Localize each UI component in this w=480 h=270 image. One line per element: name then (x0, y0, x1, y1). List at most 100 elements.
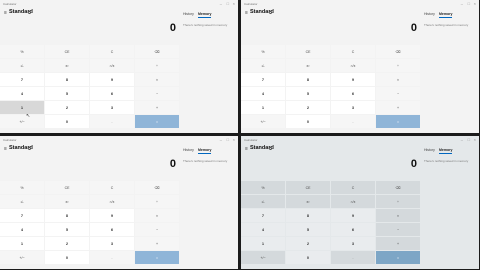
function-key[interactable]: % (0, 45, 44, 58)
close-icon[interactable]: × (233, 1, 235, 6)
digit-key[interactable]: 7 (241, 209, 285, 222)
function-key[interactable]: C (90, 181, 134, 194)
close-icon[interactable]: × (474, 137, 476, 142)
function-key[interactable]: C (90, 45, 134, 58)
function-key[interactable]: % (241, 181, 285, 194)
function-key[interactable]: . (90, 115, 134, 128)
digit-key[interactable]: 0 (45, 115, 89, 128)
digit-key[interactable]: 0 (286, 251, 330, 264)
function-key[interactable]: x² (45, 195, 89, 208)
function-key[interactable]: ÷ (376, 195, 420, 208)
function-key[interactable]: × (135, 209, 179, 222)
digit-key[interactable]: 7 (0, 73, 44, 86)
digit-key[interactable]: 6 (90, 87, 134, 100)
function-key[interactable]: + (135, 101, 179, 114)
minimize-icon[interactable]: – (461, 1, 463, 6)
function-key[interactable]: CE (45, 181, 89, 194)
tab-memory[interactable]: Memory (439, 12, 453, 18)
hamburger-icon[interactable]: ≡ (4, 10, 7, 16)
digit-key[interactable]: 7 (0, 209, 44, 222)
digit-key[interactable]: 4 (241, 87, 285, 100)
digit-key[interactable]: 3 (331, 101, 375, 114)
function-key[interactable]: ⌫ (135, 181, 179, 194)
calculator-window[interactable]: Calculator–□×≡Standard⧉0MCMRM+M-MSM▾%CEC… (0, 0, 238, 133)
function-key[interactable]: +/− (0, 115, 44, 128)
tab-history[interactable]: History (424, 148, 435, 152)
function-key[interactable]: . (331, 251, 375, 264)
function-key[interactable]: − (376, 87, 420, 100)
function-key[interactable]: × (376, 209, 420, 222)
function-key[interactable]: ²√x (331, 195, 375, 208)
digit-key[interactable]: 8 (45, 209, 89, 222)
function-key[interactable]: ¹⁄ₓ (0, 59, 44, 72)
digit-key[interactable]: 1 (0, 101, 44, 114)
digit-key[interactable]: 1 (241, 237, 285, 250)
digit-key[interactable]: 8 (45, 73, 89, 86)
digit-key[interactable]: 5 (45, 87, 89, 100)
digit-key[interactable]: 2 (45, 237, 89, 250)
minimize-icon[interactable]: – (220, 137, 222, 142)
function-key[interactable]: % (0, 181, 44, 194)
function-key[interactable]: +/− (241, 115, 285, 128)
function-key[interactable]: ÷ (376, 59, 420, 72)
function-key[interactable]: x² (286, 195, 330, 208)
function-key[interactable]: C (331, 45, 375, 58)
function-key[interactable]: . (331, 115, 375, 128)
function-key[interactable]: ¹⁄ₓ (0, 195, 44, 208)
close-icon[interactable]: × (233, 137, 235, 142)
keep-on-top-icon[interactable]: ⧉ (269, 10, 272, 15)
digit-key[interactable]: 4 (0, 87, 44, 100)
digit-key[interactable]: 1 (0, 237, 44, 250)
function-key[interactable]: ⌫ (376, 181, 420, 194)
digit-key[interactable]: 5 (286, 223, 330, 236)
calculator-window[interactable]: Calculator–□×≡Standard⧉0MCMRM+M-MSM▾%CEC… (241, 0, 479, 133)
keep-on-top-icon[interactable]: ⧉ (269, 146, 272, 151)
hamburger-icon[interactable]: ≡ (4, 146, 7, 152)
digit-key[interactable]: 8 (286, 73, 330, 86)
tab-memory[interactable]: Memory (198, 148, 212, 154)
digit-key[interactable]: 9 (331, 73, 375, 86)
hamburger-icon[interactable]: ≡ (245, 10, 248, 16)
digit-key[interactable]: 9 (331, 209, 375, 222)
hamburger-icon[interactable]: ≡ (245, 146, 248, 152)
function-key[interactable]: ⌫ (135, 45, 179, 58)
tab-history[interactable]: History (183, 12, 194, 16)
function-key[interactable]: ⌫ (376, 45, 420, 58)
minimize-icon[interactable]: – (220, 1, 222, 6)
function-key[interactable]: × (376, 73, 420, 86)
function-key[interactable]: − (376, 223, 420, 236)
calculator-window[interactable]: Calculator–□×≡Standard⧉0MCMRM+M-MSM▾%CEC… (241, 136, 479, 269)
digit-key[interactable]: 6 (331, 223, 375, 236)
tab-history[interactable]: History (183, 148, 194, 152)
function-key[interactable]: CE (45, 45, 89, 58)
close-icon[interactable]: × (474, 1, 476, 6)
function-key[interactable]: ÷ (135, 59, 179, 72)
digit-key[interactable]: 0 (286, 115, 330, 128)
keep-on-top-icon[interactable]: ⧉ (28, 146, 31, 151)
digit-key[interactable]: 4 (241, 223, 285, 236)
function-key[interactable]: ²√x (90, 195, 134, 208)
function-key[interactable]: ¹⁄ₓ (241, 59, 285, 72)
function-key[interactable]: + (135, 237, 179, 250)
function-key[interactable]: x² (45, 59, 89, 72)
minimize-icon[interactable]: – (461, 137, 463, 142)
tab-memory[interactable]: Memory (198, 12, 212, 18)
function-key[interactable]: ²√x (331, 59, 375, 72)
digit-key[interactable]: 3 (90, 101, 134, 114)
function-key[interactable]: x² (286, 59, 330, 72)
maximize-icon[interactable]: □ (227, 137, 229, 142)
calculator-window[interactable]: Calculator–□×≡Standard⧉0MCMRM+M-MSM▾%CEC… (0, 136, 238, 269)
tab-history[interactable]: History (424, 12, 435, 16)
maximize-icon[interactable]: □ (468, 137, 470, 142)
maximize-icon[interactable]: □ (227, 1, 229, 6)
function-key[interactable]: CE (286, 45, 330, 58)
digit-key[interactable]: 5 (45, 223, 89, 236)
digit-key[interactable]: 6 (90, 223, 134, 236)
digit-key[interactable]: 2 (286, 237, 330, 250)
equals-key[interactable]: = (135, 251, 179, 264)
digit-key[interactable]: 0 (45, 251, 89, 264)
function-key[interactable]: × (135, 73, 179, 86)
function-key[interactable]: C (331, 181, 375, 194)
function-key[interactable]: ÷ (135, 195, 179, 208)
digit-key[interactable]: 9 (90, 73, 134, 86)
